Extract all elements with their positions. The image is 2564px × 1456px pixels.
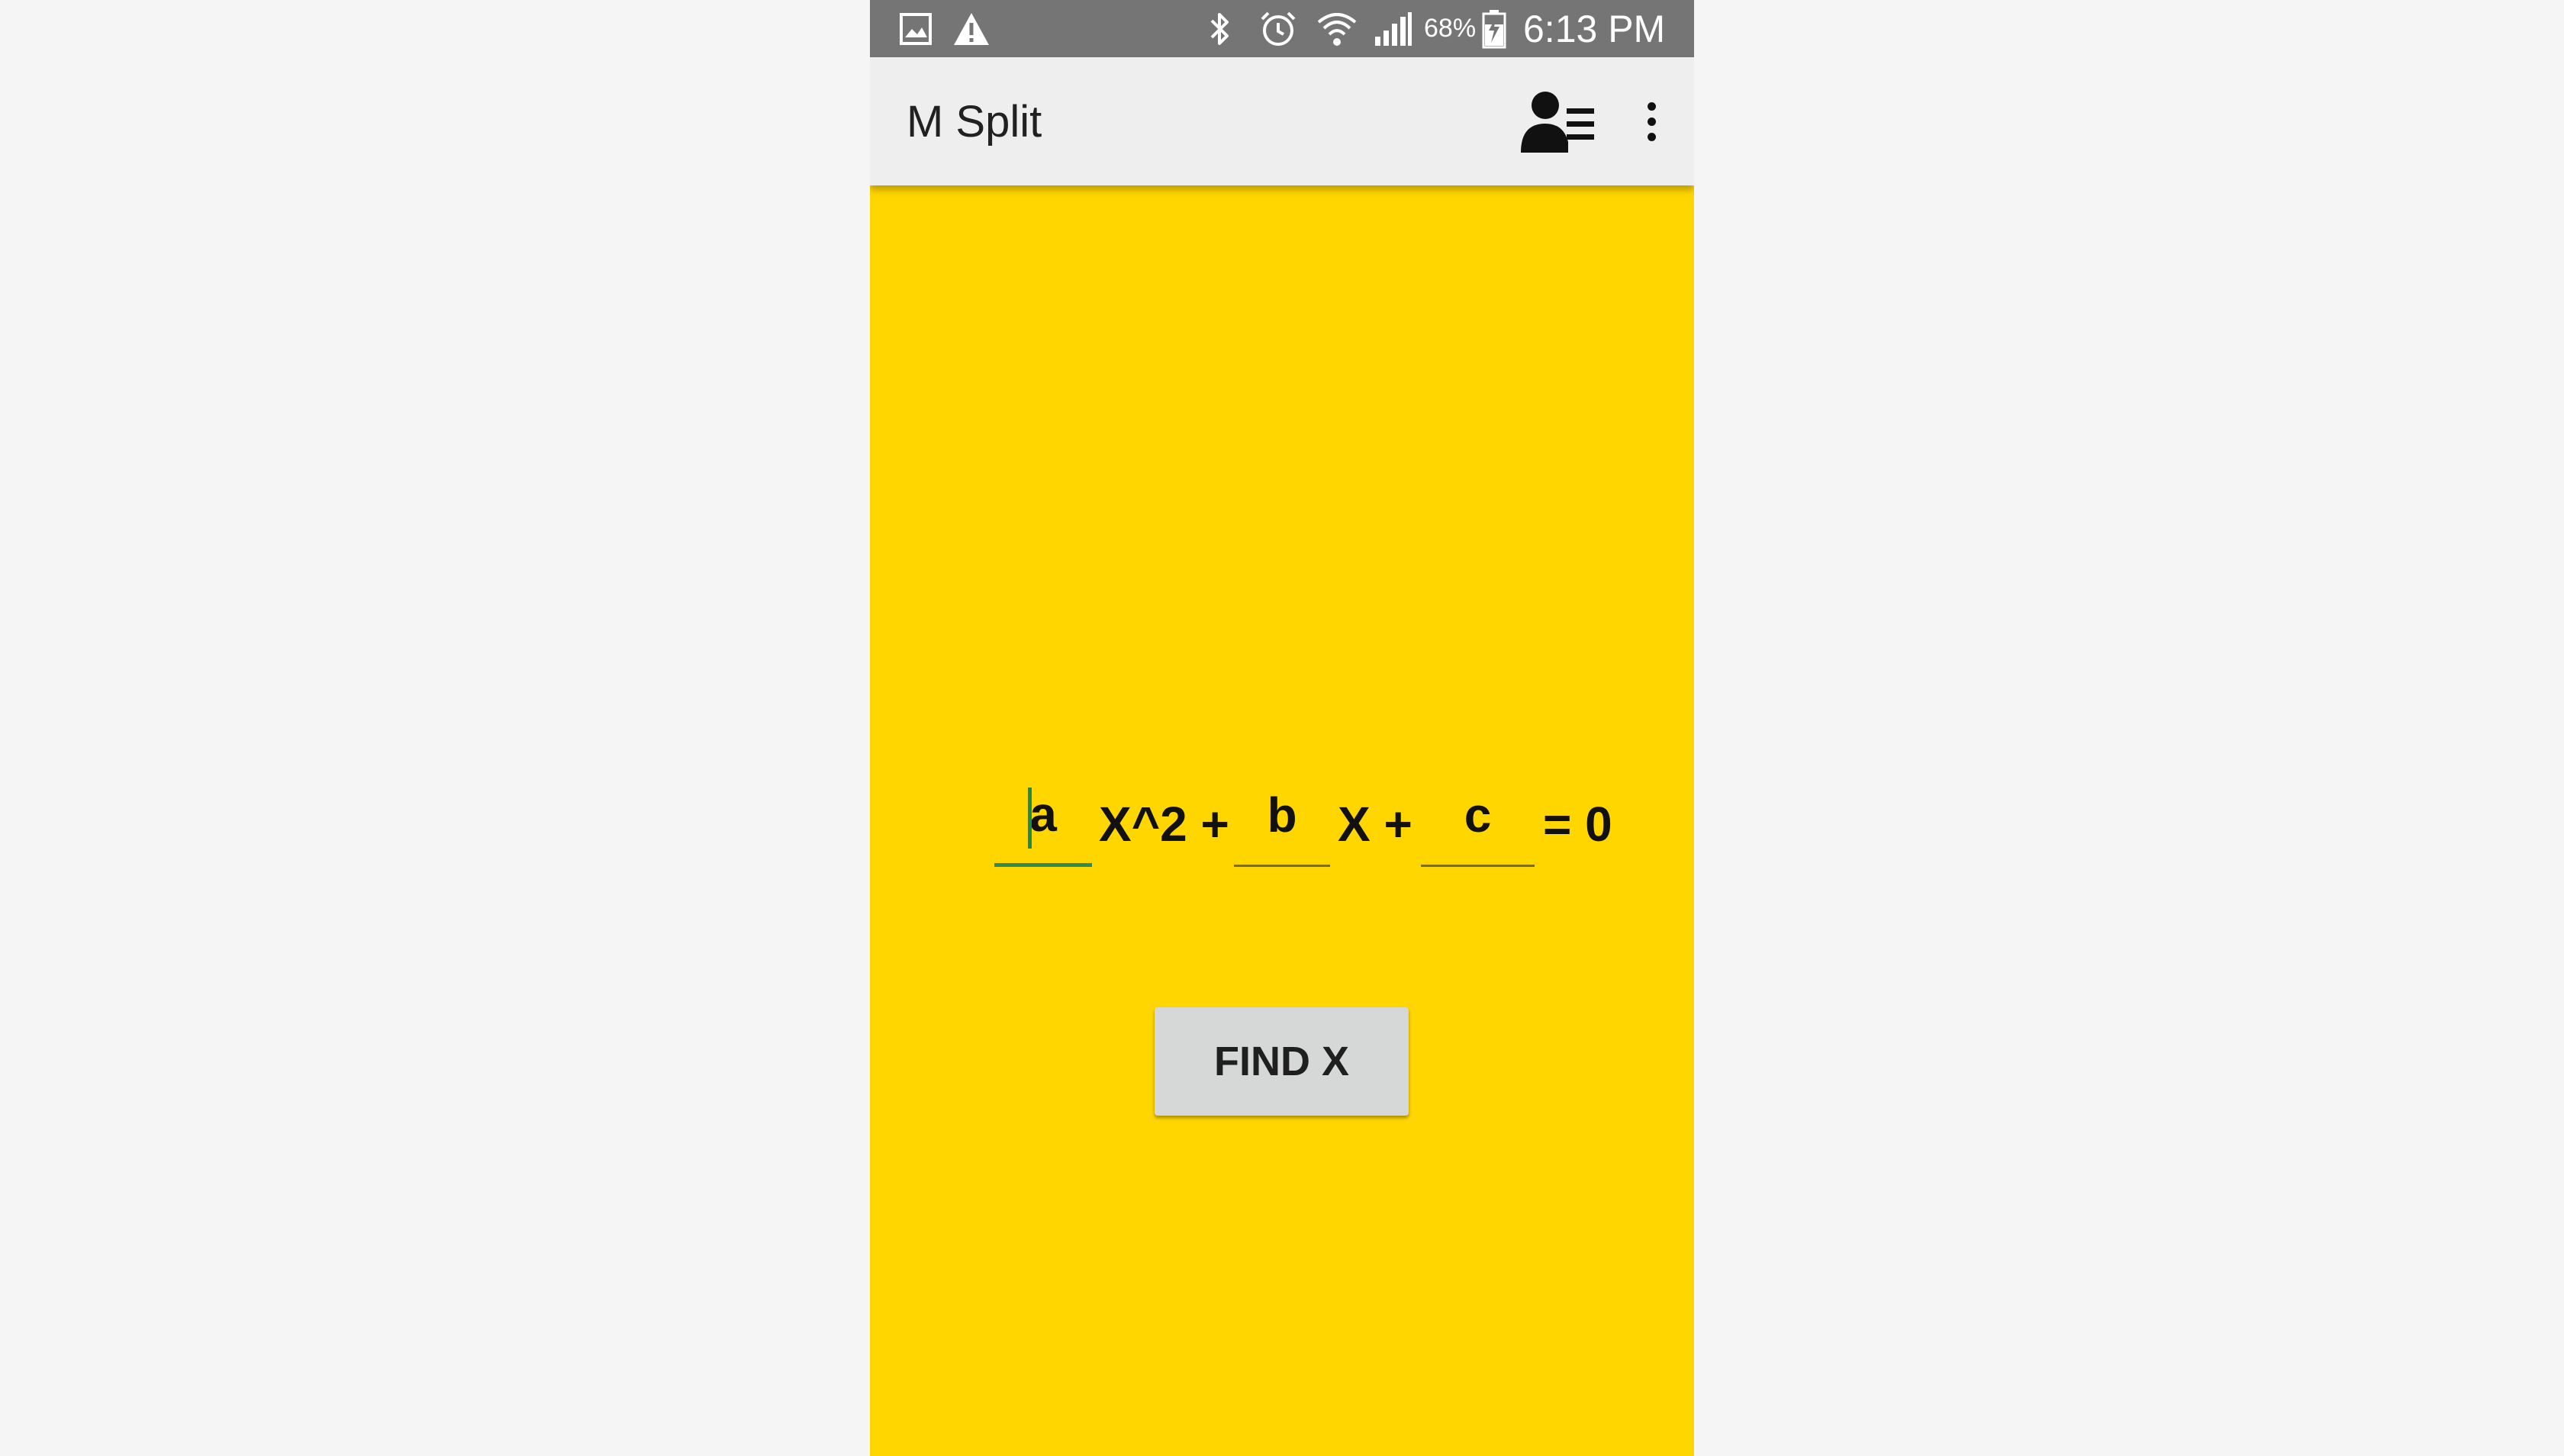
coefficient-c-placeholder: c <box>1464 787 1492 842</box>
coefficient-b-input[interactable]: b <box>1234 778 1330 867</box>
signal-icon <box>1374 0 1413 57</box>
term-equals-zero: = 0 <box>1543 797 1612 852</box>
status-bar: 68% 6:13 PM <box>870 0 1694 57</box>
overflow-menu-button[interactable] <box>1633 85 1670 157</box>
term-x: X + <box>1338 797 1412 852</box>
overflow-menu-icon <box>1647 101 1656 111</box>
gallery-icon <box>899 0 933 57</box>
battery-charging-icon <box>1482 0 1506 57</box>
coefficient-c-input[interactable]: c <box>1421 778 1535 867</box>
app-title: M Split <box>907 96 1042 147</box>
coefficient-a-input[interactable]: a <box>994 778 1092 867</box>
contacts-list-icon <box>1521 92 1594 153</box>
clock: 6:13 PM <box>1523 7 1666 50</box>
warning-icon <box>952 0 990 57</box>
wifi-icon <box>1316 0 1358 57</box>
contacts-list-button[interactable] <box>1517 85 1601 157</box>
alarm-icon <box>1259 0 1297 57</box>
coefficient-b-placeholder: b <box>1267 787 1297 842</box>
bluetooth-icon <box>1209 0 1232 57</box>
app-bar: M Split <box>870 57 1694 185</box>
battery-percent: 68% <box>1424 14 1477 43</box>
find-x-button[interactable]: FIND X <box>1155 1007 1409 1116</box>
term-x-squared: X^2 + <box>1099 797 1229 852</box>
overflow-menu-dot <box>1647 117 1656 126</box>
phone-screen: 68% 6:13 PM M Split a X^2 + b X + c = 0 … <box>870 0 1694 1456</box>
coefficient-a-placeholder: a <box>1029 786 1057 842</box>
overflow-menu-dot <box>1647 132 1656 141</box>
text-cursor <box>1028 788 1032 849</box>
